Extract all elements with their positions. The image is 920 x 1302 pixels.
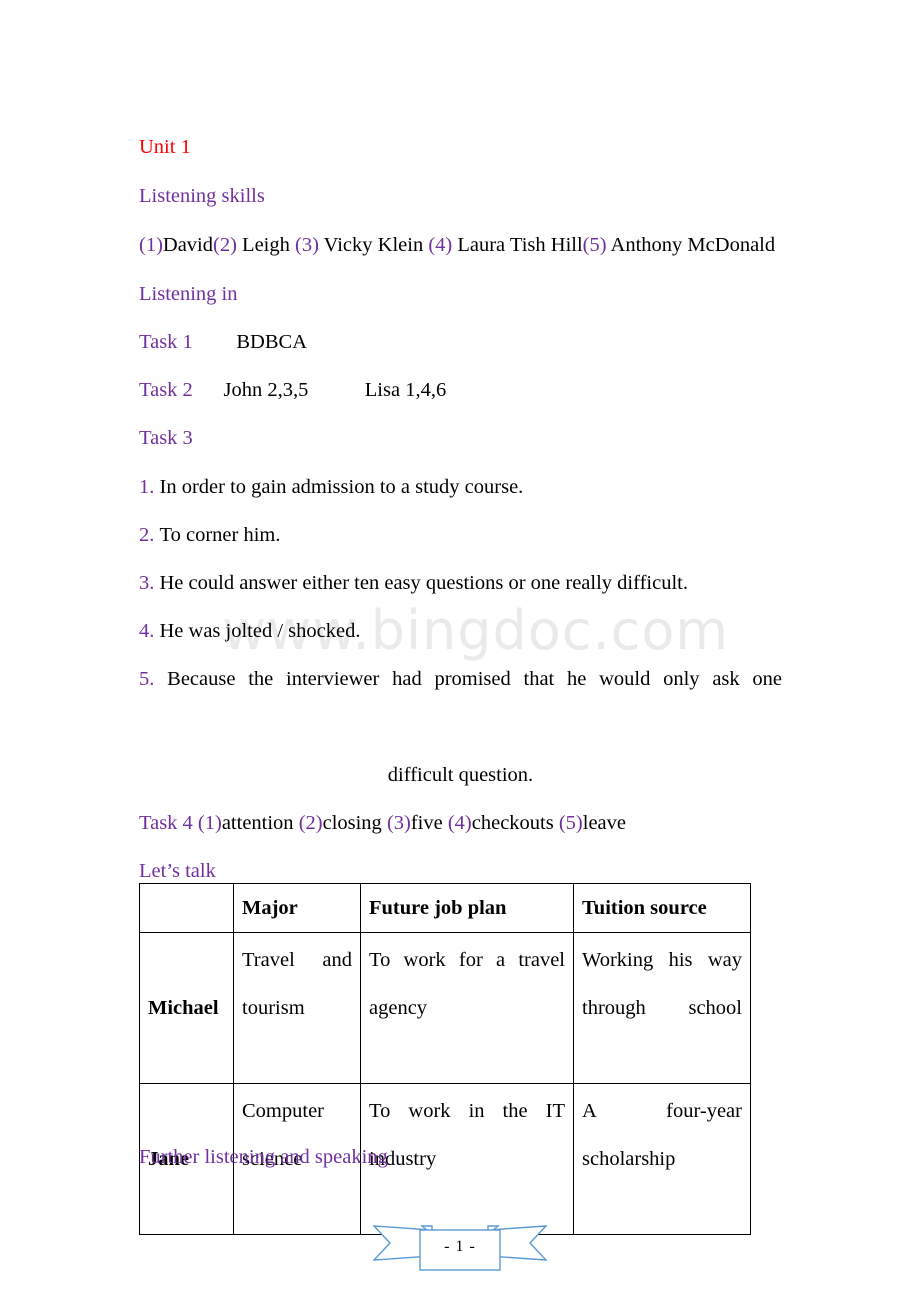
table-header-blank [139,883,234,933]
heading-listening-in: Listening in [139,283,238,305]
item-marker-3: 3. [139,572,155,594]
answer-text-5: Anthony McDonald [606,234,776,256]
item-text-1: In order to gain admission to a study co… [159,476,524,498]
answer-marker-1: (1) [139,234,163,256]
unit-title: Unit 1 [139,136,191,158]
listening-skills-answers: (1)David(2) Leigh (3) Vicky Klein (4) La… [139,221,782,269]
task-3-item-3: 3. He could answer either ten easy quest… [139,559,782,607]
task-4-marker-4: (4) [447,812,472,834]
task-1-row: Task 1 BDBCA [139,318,782,366]
task-4-text-4: checkouts [471,812,559,834]
document-body: Unit 1 Listening skills (1)David(2) Leig… [139,0,782,895]
page-number: - 1 - [444,1238,476,1255]
page-number-ribbon: - 1 - [370,1212,550,1276]
row-label-michael: Michael [139,932,234,1084]
item-marker-4: 4. [139,620,155,642]
answer-text-3: Vicky Klein [318,234,429,256]
task-2-answer-lisa: Lisa 1,4,6 [364,379,447,401]
task-3-answers: 1. In order to gain admission to a study… [139,463,782,799]
heading-listening-skills: Listening skills [139,185,265,207]
answer-marker-2: (2) [213,234,237,256]
page-footer: - 1 - [0,1212,920,1282]
task-4-marker-5: (5) [558,812,583,834]
answer-marker-3: (3) [295,234,319,256]
item-marker-1: 1. [139,476,155,498]
task-2-answer-john: John 2,3,5 [223,379,309,401]
task-4-row: Task 4 (1)attention (2)closing (3)five (… [139,799,782,847]
task-2-row: Task 2 John 2,3,5 Lisa 1,4,6 [139,366,782,414]
answer-text-4: Laura Tish Hill [452,234,583,256]
task-4-text-5: leave [582,812,627,834]
answer-text-1: David [162,234,214,256]
document-page: www.bingdoc.com Unit 1 Listening skills … [0,0,920,1302]
cell-michael-major: Travel and tourism [233,932,361,1084]
task-3-item-4: 4. He was jolted / shocked. [139,607,782,655]
task-4-text-1: attention [221,812,299,834]
cell-michael-tuition-source: Working his way through school [573,932,751,1084]
cell-text: To work in the IT industry [369,1100,565,1170]
heading-further-listening-and-speaking: Further listening and speaking [139,1146,388,1168]
table-header-row: Major Future job plan Tuition source [139,883,751,933]
answer-marker-5: (5) [582,234,607,256]
item-text-3: He could answer either ten easy question… [159,572,688,594]
task-4-marker-1: (1) [197,812,222,834]
task-4-text-2: closing [322,812,387,834]
answer-text-2: Leigh [236,234,295,256]
task-1-answer: BDBCA [236,331,308,353]
task-2-label: Task 2 [139,379,193,401]
cell-text: To work for a travel agency [369,949,565,1019]
cell-michael-future-job-plan: To work for a travel agency [360,932,574,1084]
lets-talk-table: Major Future job plan Tuition source Mic… [139,883,751,1235]
item-text-4: He was jolted / shocked. [159,620,361,642]
task-3-item-1: 1. In order to gain admission to a study… [139,463,782,511]
table-header-major: Major [233,883,361,933]
task-4-marker-3: (3) [386,812,411,834]
item-marker-2: 2. [139,524,155,546]
task-3-item-2: 2. To corner him. [139,511,782,559]
cell-text: Travel and tourism [242,949,352,1019]
task-3-label: Task 3 [139,427,193,449]
table-row: Michael Travel and tourism To work for a… [139,932,751,1084]
task-3-item-5-continuation: difficult question. [387,764,534,786]
cell-text: Working his way through school [582,949,742,1019]
answer-marker-4: (4) [428,234,453,256]
item-text-2: To corner him. [159,524,281,546]
task-4-marker-2: (2) [298,812,323,834]
table-header-tuition-source: Tuition source [573,883,751,933]
item-text-5: Because the interviewer had promised tha… [167,668,782,690]
item-marker-5: 5. [139,668,155,690]
task-1-label: Task 1 [139,331,193,353]
cell-text: A four-year scholarship [582,1100,742,1170]
task-4-label: Task 4 [139,812,198,834]
table-header-future-job-plan: Future job plan [360,883,574,933]
task-3-item-5: 5. Because the interviewer had promised … [139,655,782,751]
task-4-text-3: five [410,812,448,834]
